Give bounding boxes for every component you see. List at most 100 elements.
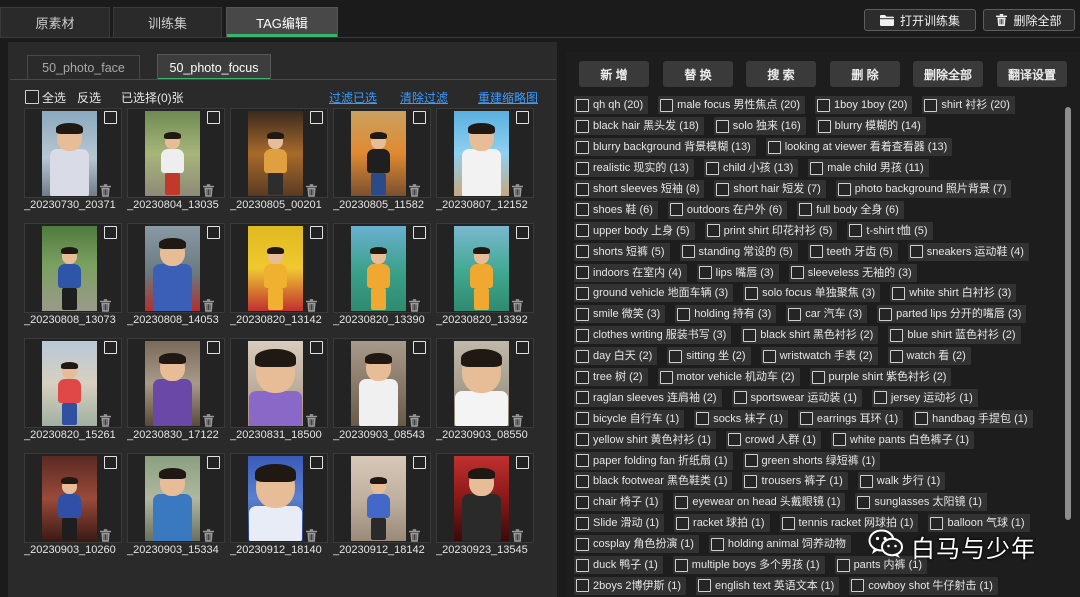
tag-checkbox[interactable]	[790, 266, 804, 280]
tag-chip[interactable]: handbag 手提包 (1)	[913, 409, 1033, 428]
tag-checkbox[interactable]	[677, 307, 691, 321]
tag-chip[interactable]: photo background 照片背景 (7)	[835, 180, 1012, 198]
trash-icon[interactable]	[512, 414, 523, 427]
tag-chip[interactable]: holding animal 饲养动物	[708, 535, 851, 554]
tag-chip[interactable]: sportswear 运动装 (1)	[731, 388, 862, 407]
tag-checkbox[interactable]	[576, 474, 589, 488]
thumbnail-frame[interactable]	[24, 453, 122, 543]
thumbnail-image[interactable]	[351, 456, 406, 541]
tag-checkbox[interactable]	[576, 266, 589, 280]
tag-checkbox[interactable]	[576, 516, 589, 530]
thumbnail-frame[interactable]	[436, 108, 534, 198]
thumbnail-frame[interactable]	[333, 108, 431, 198]
tag-checkbox[interactable]	[576, 433, 589, 447]
tab-raw-assets[interactable]: 原素材	[0, 7, 110, 37]
tag-checkbox[interactable]	[837, 182, 851, 196]
thumbnail-checkbox[interactable]	[207, 341, 220, 354]
tag-checkbox[interactable]	[924, 98, 938, 112]
tag-checkbox[interactable]	[576, 307, 589, 321]
tag-checkbox[interactable]	[705, 161, 719, 175]
tag-checkbox[interactable]	[781, 516, 795, 530]
thumbnail-frame[interactable]	[333, 338, 431, 428]
tag-chip[interactable]: chair 椅子 (1)	[574, 493, 664, 512]
thumbnail-frame[interactable]	[24, 338, 122, 428]
tag-checkbox[interactable]	[576, 579, 589, 593]
tab-dataset-focus[interactable]: 50_photo_focus	[157, 54, 271, 80]
invert-selection-button[interactable]: 反选	[77, 89, 101, 105]
tag-checkbox[interactable]	[727, 433, 741, 447]
tag-chip[interactable]: wristwatch 手表 (2)	[760, 347, 878, 366]
tag-chip[interactable]: pants 内裤 (1)	[834, 556, 928, 575]
tag-checkbox[interactable]	[762, 349, 776, 363]
tag-chip[interactable]: upper body 上身 (5)	[574, 221, 695, 240]
thumbnail-checkbox[interactable]	[516, 456, 529, 469]
thumbnail-checkbox[interactable]	[207, 456, 220, 469]
tag-chip[interactable]: short hair 短发 (7)	[714, 180, 826, 198]
trash-icon[interactable]	[306, 299, 317, 312]
tag-chip[interactable]: sunglasses 太阳镜 (1)	[855, 493, 987, 512]
tag-chip[interactable]: shorts 短裤 (5)	[574, 242, 670, 261]
open-dataset-button[interactable]: 打开训练集	[864, 9, 976, 31]
thumbnail-card[interactable]: _20230808_14053	[127, 223, 225, 327]
tag-checkbox[interactable]	[849, 224, 863, 238]
thumbnail-card[interactable]: _20230903_08543	[333, 338, 431, 442]
delete-all-tags-button[interactable]: 删除全部	[913, 61, 983, 87]
thumbnail-card[interactable]: _20230830_17122	[127, 338, 225, 442]
thumbnail-checkbox[interactable]	[207, 111, 220, 124]
thumbnail-frame[interactable]	[230, 108, 328, 198]
trash-icon[interactable]	[409, 299, 420, 312]
tag-checkbox[interactable]	[836, 558, 850, 572]
thumbnail-frame[interactable]	[127, 223, 225, 313]
trash-icon[interactable]	[203, 529, 214, 542]
trash-icon[interactable]	[409, 184, 420, 197]
replace-tag-button[interactable]: 替 换	[663, 61, 733, 87]
tag-checkbox[interactable]	[859, 474, 873, 488]
tag-chip[interactable]: duck 鸭子 (1)	[574, 556, 663, 575]
thumbnail-frame[interactable]	[436, 453, 534, 543]
tag-checkbox[interactable]	[930, 516, 944, 530]
thumbnail-frame[interactable]	[230, 453, 328, 543]
tag-chip[interactable]: cosplay 角色扮演 (1)	[574, 535, 699, 554]
tag-checkbox[interactable]	[675, 495, 689, 509]
tag-chip[interactable]: white pants 白色裤子 (1)	[830, 430, 975, 449]
thumbnail-checkbox[interactable]	[310, 341, 323, 354]
tag-checkbox[interactable]	[576, 286, 589, 300]
tag-chip[interactable]: lips 嘴唇 (3)	[696, 263, 779, 282]
tag-chip[interactable]: looking at viewer 看着查看器 (13)	[765, 138, 953, 157]
tag-chip[interactable]: solo 独来 (16)	[713, 117, 806, 136]
tag-checkbox[interactable]	[576, 370, 589, 384]
thumbnail-image[interactable]	[248, 456, 303, 541]
tag-checkbox[interactable]	[873, 391, 887, 405]
tag-checkbox[interactable]	[744, 474, 758, 488]
thumbnail-checkbox[interactable]	[413, 226, 426, 239]
tag-checkbox[interactable]	[576, 224, 589, 238]
thumbnail-card[interactable]: _20230903_15334	[127, 453, 225, 557]
thumbnail-card[interactable]: _20230831_18500	[230, 338, 328, 442]
tag-chip[interactable]: walk 步行 (1)	[857, 472, 946, 491]
tag-checkbox[interactable]	[817, 98, 831, 112]
select-all-label[interactable]: 全选	[42, 89, 66, 105]
tag-checkbox[interactable]	[811, 370, 825, 384]
tag-chip[interactable]: multiple boys 多个男孩 (1)	[672, 556, 825, 575]
trash-icon[interactable]	[100, 414, 111, 427]
thumbnail-image[interactable]	[145, 226, 200, 311]
tag-chip[interactable]: yellow shirt 黄色衬衫 (1)	[574, 430, 716, 449]
thumbnail-frame[interactable]	[127, 338, 225, 428]
tag-chip[interactable]: motor vehicle 机动车 (2)	[657, 368, 800, 387]
thumbnail-image[interactable]	[42, 341, 97, 426]
thumbnail-checkbox[interactable]	[104, 226, 117, 239]
tag-chip[interactable]: sleeveless 无袖的 (3)	[788, 263, 917, 282]
tag-chip[interactable]: black hair 黑头发 (18)	[574, 117, 704, 136]
tag-chip[interactable]: racket 球拍 (1)	[674, 514, 770, 533]
tag-checkbox[interactable]	[799, 412, 813, 426]
tag-chip[interactable]: english text 英语文本 (1)	[696, 576, 840, 595]
tag-chip[interactable]: black footwear 黑色鞋类 (1)	[574, 472, 733, 491]
tag-checkbox[interactable]	[889, 349, 903, 363]
thumbnail-checkbox[interactable]	[104, 111, 117, 124]
tag-chip[interactable]: teeth 牙齿 (5)	[807, 242, 898, 261]
translation-settings-button[interactable]: 翻译设置	[997, 61, 1067, 87]
tag-chip[interactable]: realistic 现实的 (13)	[574, 159, 694, 178]
filter-selected-link[interactable]: 过滤已选	[329, 89, 377, 105]
thumbnail-frame[interactable]	[333, 453, 431, 543]
trash-icon[interactable]	[306, 184, 317, 197]
